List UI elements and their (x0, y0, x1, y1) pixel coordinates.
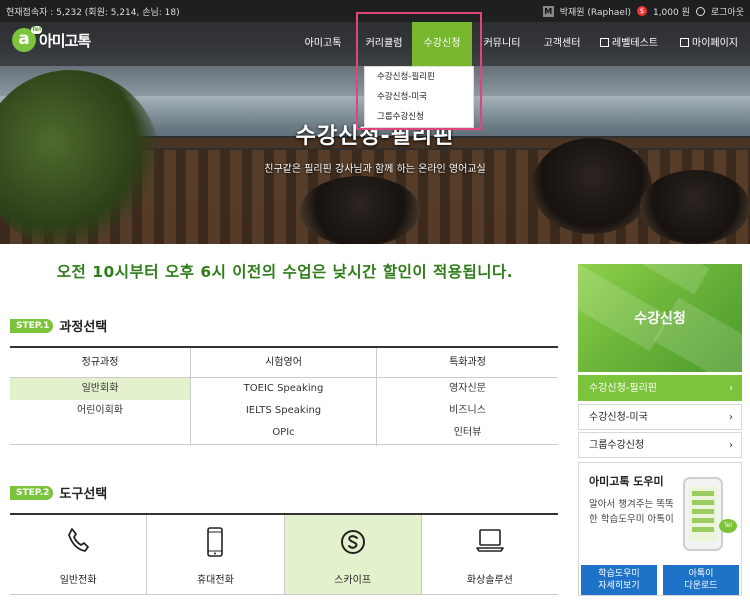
nav-amigotalk[interactable]: 아미고톡 (294, 22, 352, 66)
helper-widget: 아미고톡 도우미 알아서 챙겨주는 똑똑한 학습도우미 아톡이 Tel 학습도우… (578, 462, 742, 596)
step1-title: 과정선택 (59, 320, 108, 335)
user-name[interactable]: 박재원 (Raphael) (560, 5, 631, 18)
step2-badge: STEP.2 (10, 485, 54, 500)
step2-heading: STEP.2 도구선택 (10, 483, 107, 502)
course-column-regular: 정규과정 일반회화 어린이회화 (10, 348, 190, 446)
member-badge-icon: M (542, 5, 554, 17)
phone-illustration-icon (683, 477, 723, 551)
nav-mypage-label: 마이페이지 (692, 38, 738, 49)
helper-title: 아미고톡 도우미 (589, 475, 664, 488)
highlight-box (356, 12, 482, 130)
sidebar-banner: 수강신청 (578, 264, 742, 372)
phone-icon (68, 528, 90, 552)
tool-options: 일반전화 휴대전화 스카이프 화상솔루션 (10, 513, 558, 595)
laptop-icon (476, 529, 504, 552)
button-line: 아톡이 (688, 569, 714, 579)
sidebar-item-label: 수강신청-필리핀 (589, 383, 658, 394)
chevron-right-icon: › (729, 383, 733, 394)
logout-link[interactable]: 로그아웃 (711, 5, 744, 18)
sidebar-item-label: 수강신청-미국 (589, 412, 648, 423)
hero-chair (300, 176, 420, 244)
logo-text: 아미고톡 (39, 31, 91, 50)
tool-skype[interactable]: 스카이프 (284, 515, 422, 595)
course-option[interactable]: 인터뷰 (377, 422, 558, 444)
course-option[interactable]: 비즈니스 (377, 400, 558, 422)
step1-badge: STEP.1 (10, 318, 54, 333)
tool-label: 일반전화 (59, 575, 97, 586)
course-option[interactable]: IELTS Speaking (191, 400, 376, 422)
course-table-bottom-border (10, 444, 558, 445)
nav-level-test-label: 레벨테스트 (612, 38, 658, 49)
chevron-right-icon: › (729, 440, 733, 451)
level-test-icon (600, 38, 609, 47)
sidebar-item-label: 그룹수강신청 (589, 440, 645, 451)
phone-screen (689, 487, 717, 541)
hero-subtitle: 친구같은 필리핀 강사님과 함께 하는 온라인 영어교실 (264, 164, 486, 175)
step1-heading: STEP.1 과정선택 (10, 316, 107, 335)
course-header: 시험영어 (191, 348, 376, 378)
user-info: M 박재원 (Raphael) $ 1,000 원 로그아웃 (542, 5, 744, 18)
course-header: 정규과정 (10, 348, 190, 378)
button-line: 학습도우미 (598, 569, 640, 579)
nav-support[interactable]: 고객센터 (534, 22, 590, 66)
tool-mobile[interactable]: 휴대전화 (147, 515, 285, 595)
site-logo[interactable]: a Tel 아미고톡 (12, 26, 91, 52)
coin-icon: $ (636, 6, 647, 16)
course-option[interactable]: OPIc (191, 422, 376, 444)
discount-notice: 오전 10시부터 오후 6시 이전의 수업은 낮시간 할인이 적용됩니다. (56, 263, 514, 281)
tool-landline[interactable]: 일반전화 (10, 515, 148, 595)
chevron-right-icon: › (729, 412, 733, 423)
course-option[interactable]: 영자신문 (377, 378, 558, 400)
tel-bubble-icon: Tel (719, 519, 737, 533)
nav-community[interactable]: 커뮤니티 (474, 22, 530, 66)
user-points: 1,000 원 (652, 7, 690, 18)
hero-chair (640, 170, 750, 244)
course-column-exam: 시험영어 TOEIC Speaking IELTS Speaking OPIc (190, 348, 376, 446)
banner-decoration (616, 264, 710, 295)
tool-label: 스카이프 (334, 575, 372, 586)
helper-description: 알아서 챙겨주는 똑똑한 학습도우미 아톡이 (589, 499, 674, 525)
sidebar-item-usa[interactable]: 수강신청-미국 › (578, 404, 742, 430)
course-header: 특화과정 (377, 348, 558, 378)
tool-video[interactable]: 화상솔루션 (421, 515, 558, 595)
nav-level-test[interactable]: 레벨테스트 (594, 22, 664, 66)
skype-icon (340, 530, 365, 554)
mypage-icon (680, 38, 689, 47)
tool-label: 화상솔루션 (466, 575, 513, 586)
button-line: 자세히보기 (598, 581, 640, 591)
mobile-icon (207, 527, 224, 557)
helper-download-button[interactable]: 아톡이 다운로드 (663, 565, 739, 595)
course-option[interactable]: 어린이회화 (10, 400, 190, 422)
hero-banner: 현재접속자 : 5,232 (회원: 5,214, 손님: 18) M 박재원 … (0, 0, 750, 244)
course-option[interactable]: TOEIC Speaking (191, 378, 376, 400)
button-line: 다운로드 (684, 581, 718, 591)
nav-mypage[interactable]: 마이페이지 (674, 22, 744, 66)
course-table: 정규과정 일반회화 어린이회화 시험영어 TOEIC Speaking IELT… (10, 346, 558, 446)
hero-chair (532, 138, 652, 234)
sidebar-item-group[interactable]: 그룹수강신청 › (578, 432, 742, 458)
logo-mark-icon: a Tel (12, 26, 42, 52)
step2-title: 도구선택 (59, 487, 108, 502)
logout-icon (695, 6, 705, 16)
logo-tel-tag: Tel (30, 26, 42, 34)
sidebar-item-philippines[interactable]: 수강신청-필리핀 › (578, 375, 742, 401)
helper-details-button[interactable]: 학습도우미 자세히보기 (581, 565, 657, 595)
course-option[interactable]: 일반회화 (10, 378, 190, 400)
tool-label: 휴대전화 (196, 575, 234, 586)
course-column-special: 특화과정 영자신문 비즈니스 인터뷰 (376, 348, 558, 446)
sidebar-banner-title: 수강신청 (634, 311, 686, 327)
logo-mark-letter: a (18, 29, 30, 49)
